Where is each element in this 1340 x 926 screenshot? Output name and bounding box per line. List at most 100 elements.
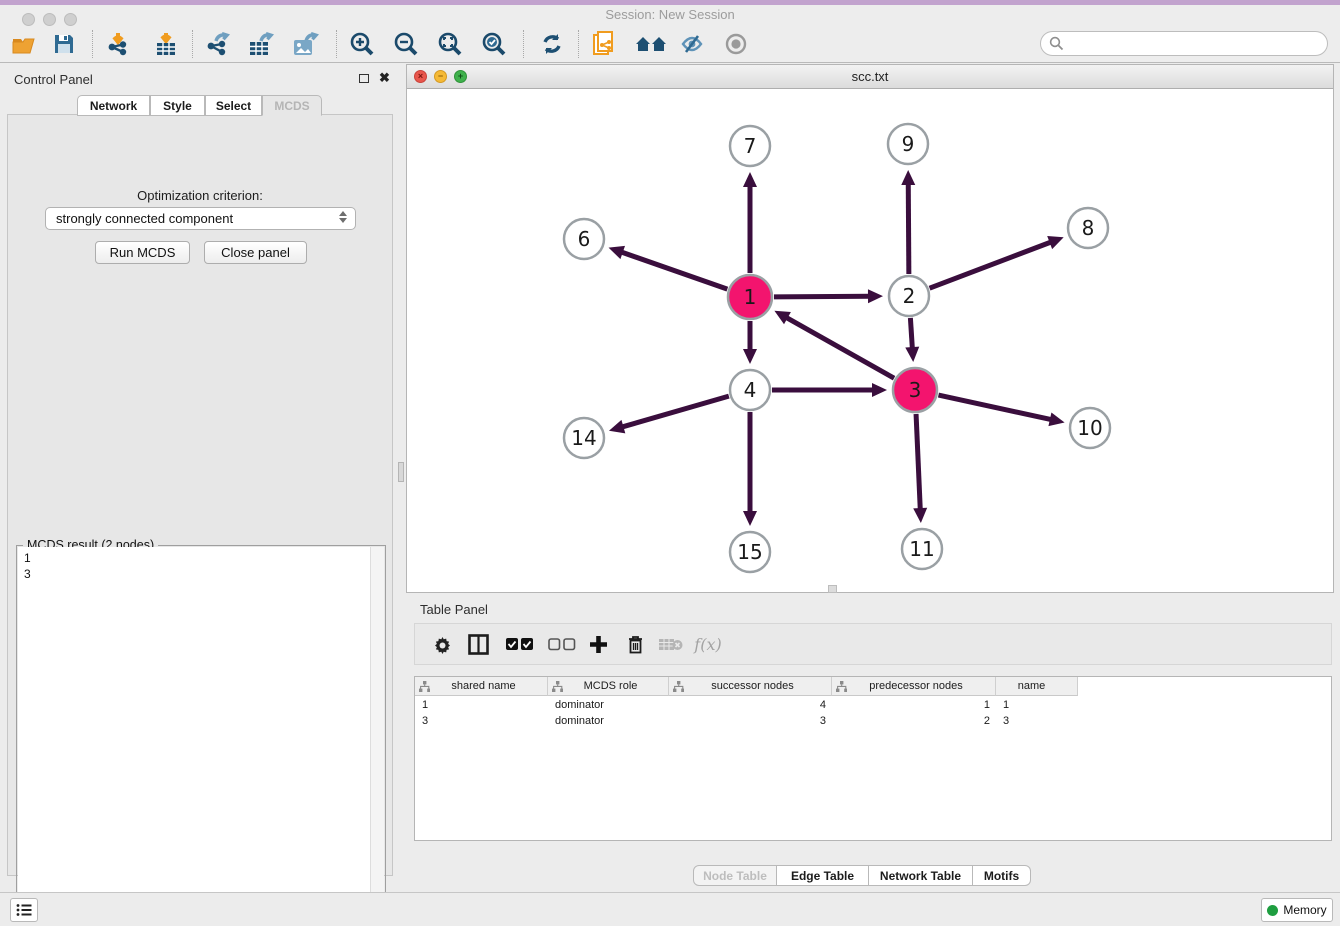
tab-network[interactable]: Network	[77, 95, 150, 116]
toolbar-separator	[92, 30, 93, 58]
tab-network-table[interactable]: Network Table	[869, 865, 973, 886]
dropdown-stepper-icon	[339, 211, 347, 223]
fit-content-icon[interactable]	[434, 29, 466, 59]
tab-node-table[interactable]: Node Table	[693, 865, 777, 886]
criterion-value: strongly connected component	[56, 211, 233, 226]
graph-node-label: 6	[578, 227, 591, 251]
run-mcds-button[interactable]: Run MCDS	[95, 241, 190, 264]
edge-arrowhead	[609, 420, 625, 433]
export-image-icon[interactable]	[290, 29, 322, 59]
sort-column-icon[interactable]	[419, 681, 430, 692]
zoom-out-icon[interactable]	[390, 29, 422, 59]
select-all-icon[interactable]	[503, 624, 537, 664]
graph-edge-3-10[interactable]	[938, 395, 1052, 420]
horizontal-splitter-handle[interactable]	[828, 585, 837, 593]
network-canvas[interactable]: 7968124314101511	[407, 89, 1333, 592]
import-table-icon[interactable]	[150, 29, 182, 59]
table-row[interactable]: 3dominator323	[415, 713, 1078, 729]
hide-selected-icon[interactable]	[676, 29, 708, 59]
control-panel: Control Panel ✖ Optimization criterion: …	[0, 64, 400, 891]
graph-edge-1-2[interactable]	[774, 296, 871, 297]
graph-edge-1-6[interactable]	[620, 252, 727, 290]
column-header-MCDS-role[interactable]: MCDS role	[548, 677, 669, 696]
import-network-icon[interactable]	[102, 29, 134, 59]
graph-node-label: 4	[744, 378, 757, 402]
status-bar: Memory	[0, 892, 1340, 926]
task-history-button[interactable]	[10, 898, 38, 922]
close-panel-icon[interactable]: ✖	[379, 70, 390, 86]
delete-table-icon	[655, 624, 687, 664]
search-field[interactable]	[1040, 31, 1328, 56]
zoom-selected-icon[interactable]	[478, 29, 510, 59]
cell-shared-name[interactable]: 1	[415, 697, 548, 713]
mcds-panel: Optimization criterion: strongly connect…	[7, 114, 393, 876]
first-neighbors-icon[interactable]	[632, 29, 670, 59]
sort-column-icon[interactable]	[552, 681, 563, 692]
node-table[interactable]: shared nameMCDS rolesuccessor nodesprede…	[414, 676, 1332, 841]
column-header-shared-name[interactable]: shared name	[415, 677, 548, 696]
search-input[interactable]	[1064, 37, 1304, 51]
graph-edge-4-14[interactable]	[621, 396, 729, 427]
settings-gear-icon[interactable]	[429, 624, 455, 664]
cell-MCDS-role[interactable]: dominator	[548, 697, 669, 713]
cell-predecessor-nodes[interactable]: 1	[832, 697, 996, 713]
result-scrollbar[interactable]	[370, 547, 384, 918]
sort-column-icon[interactable]	[836, 681, 847, 692]
close-panel-button[interactable]: Close panel	[204, 241, 307, 264]
memory-button[interactable]: Memory	[1261, 898, 1333, 922]
tab-style[interactable]: Style	[150, 95, 205, 116]
network-window-titlebar[interactable]: × − + scc.txt	[407, 65, 1333, 89]
table-panel: Table Panel ✖ f(x) shared nameMCDS roles…	[406, 595, 1340, 888]
sort-column-icon[interactable]	[673, 681, 684, 692]
panel-splitter-handle[interactable]	[398, 462, 404, 482]
delete-row-icon[interactable]	[621, 624, 649, 664]
tab-motifs[interactable]: Motifs	[973, 865, 1031, 886]
float-panel-icon[interactable]	[359, 74, 369, 83]
graph-edge-3-1[interactable]	[785, 317, 894, 379]
show-columns-icon[interactable]	[463, 624, 493, 664]
app-titlebar[interactable]: Session: New Session	[0, 5, 1340, 26]
refresh-icon[interactable]	[536, 29, 568, 59]
session-title: Session: New Session	[0, 7, 1340, 22]
cell-predecessor-nodes[interactable]: 2	[832, 713, 996, 729]
tab-mcds[interactable]: MCDS	[262, 95, 322, 116]
graph-edge-2-3[interactable]	[910, 318, 912, 350]
edge-arrowhead	[905, 347, 919, 362]
tab-select[interactable]: Select	[205, 95, 262, 116]
cell-shared-name[interactable]: 3	[415, 713, 548, 729]
table-panel-title: Table Panel	[420, 602, 488, 617]
control-panel-header: Control Panel ✖	[0, 64, 400, 92]
add-row-icon[interactable]	[583, 624, 613, 664]
table-row[interactable]: 1dominator411	[415, 697, 1078, 713]
export-network-icon[interactable]	[202, 29, 234, 59]
search-icon	[1049, 36, 1064, 51]
save-session-icon[interactable]	[48, 29, 80, 59]
graph-edge-2-8[interactable]	[930, 241, 1053, 288]
tab-edge-table[interactable]: Edge Table	[777, 865, 869, 886]
cell-successor-nodes[interactable]: 3	[669, 713, 832, 729]
zoom-in-icon[interactable]	[346, 29, 378, 59]
deselect-all-icon[interactable]	[545, 624, 579, 664]
edge-arrowhead	[868, 289, 883, 303]
mcds-result-box: MCDS result (2 nodes) 1 3	[16, 545, 386, 920]
cell-MCDS-role[interactable]: dominator	[548, 713, 669, 729]
copy-view-icon[interactable]	[588, 29, 620, 59]
cell-successor-nodes[interactable]: 4	[669, 697, 832, 713]
column-header-successor-nodes[interactable]: successor nodes	[669, 677, 832, 696]
control-panel-title: Control Panel	[14, 72, 93, 87]
column-header-name[interactable]: name	[996, 677, 1078, 696]
show-all-icon[interactable]	[720, 29, 752, 59]
graph-node-label: 3	[909, 378, 922, 402]
cell-name[interactable]: 3	[996, 713, 1078, 729]
graph-node-label: 8	[1082, 216, 1095, 240]
open-file-icon[interactable]	[8, 29, 40, 59]
graph-edge-2-9[interactable]	[908, 182, 909, 274]
graph-edge-3-11[interactable]	[916, 414, 920, 511]
toolbar-separator	[192, 30, 193, 58]
export-table-icon[interactable]	[246, 29, 278, 59]
cell-name[interactable]: 1	[996, 697, 1078, 713]
column-header-predecessor-nodes[interactable]: predecessor nodes	[832, 677, 996, 696]
mcds-result-text[interactable]: 1 3	[18, 547, 370, 918]
criterion-dropdown[interactable]: strongly connected component	[45, 207, 356, 230]
graph-node-label: 11	[909, 537, 934, 561]
